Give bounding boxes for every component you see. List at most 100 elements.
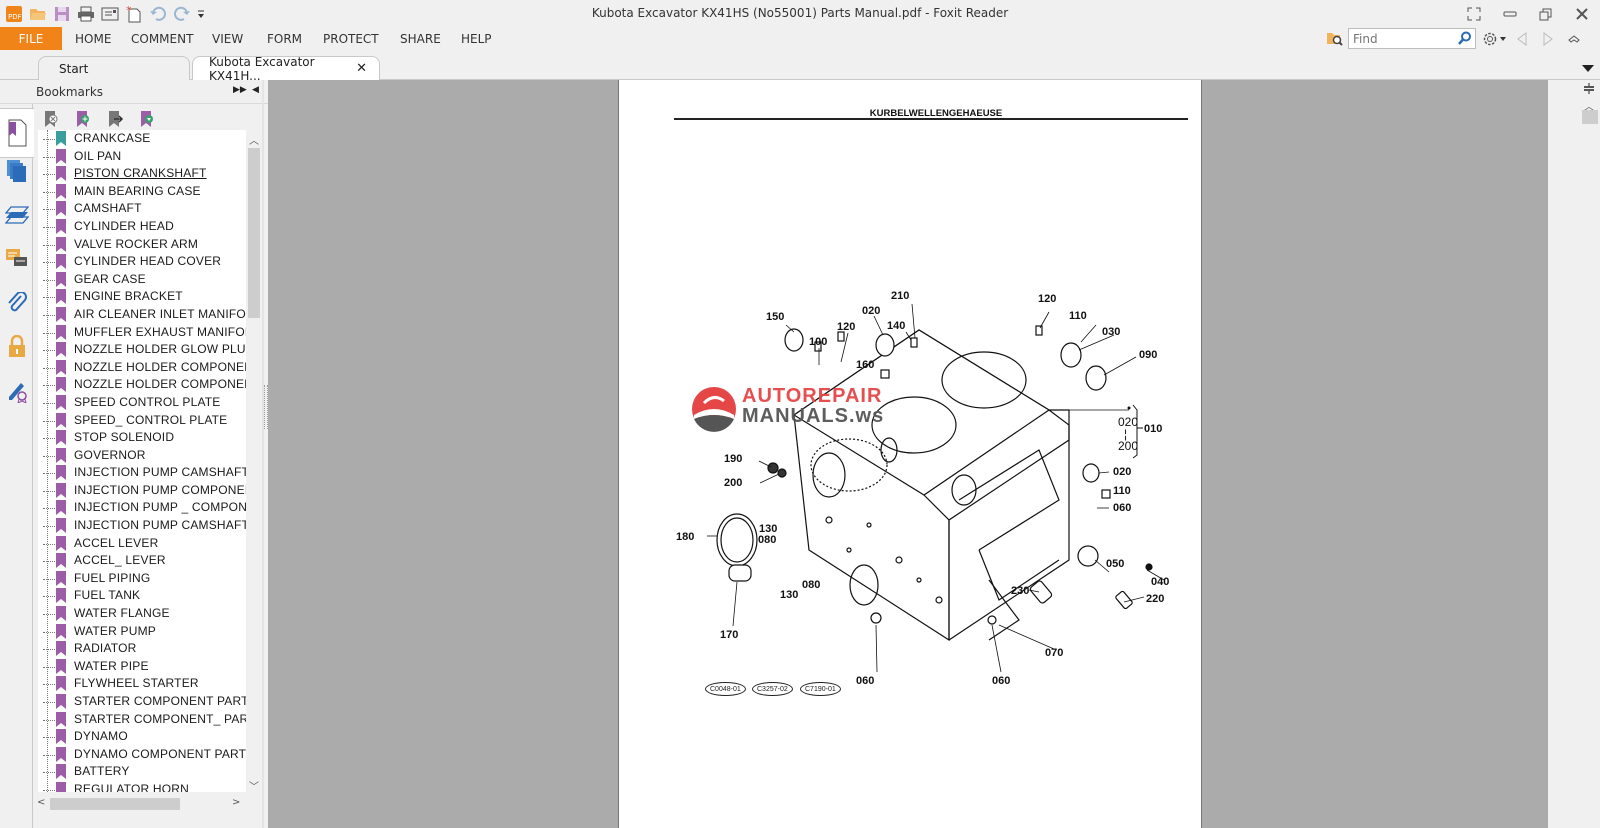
scroll-right-icon[interactable]: >: [232, 797, 240, 808]
file-menu-button[interactable]: FILE: [0, 27, 62, 50]
bookmark-label: REGULATOR HORN: [74, 781, 190, 792]
scroll-down-icon[interactable]: ﹀: [249, 778, 259, 793]
callout: 150: [766, 311, 784, 323]
bookmark-label: DYNAMO: [74, 729, 128, 744]
bookmark-flag-icon: [56, 148, 66, 164]
tree-connector: [43, 596, 55, 598]
add-bookmark-icon[interactable]: [74, 110, 94, 128]
nav-bookmarks-tab[interactable]: [0, 108, 34, 158]
bookmark-item[interactable]: VALVE ROCKER ARM: [38, 236, 246, 254]
menu-form[interactable]: FORM: [267, 32, 302, 46]
file-search-icon[interactable]: [1326, 30, 1344, 49]
bookmark-item[interactable]: DYNAMO: [38, 728, 246, 746]
scroll-thumb[interactable]: [248, 148, 260, 318]
callout: 070: [1045, 647, 1063, 659]
bookmark-item[interactable]: STARTER COMPONENT PARTS: [38, 693, 246, 711]
menu-comment[interactable]: COMMENT: [131, 32, 193, 46]
fullscreen-button[interactable]: [1456, 0, 1492, 27]
bookmark-options-icon[interactable]: [138, 110, 158, 128]
callout: 110: [1113, 485, 1131, 497]
bookmark-item[interactable]: WATER PUMP: [38, 623, 246, 641]
expand-panel-icon[interactable]: ▶▶: [233, 85, 247, 95]
ribbon-collapse-button[interactable]: [1564, 29, 1584, 49]
nav-pages-tab[interactable]: [4, 156, 30, 186]
nav-security-tab[interactable]: [4, 332, 30, 362]
bookmark-flag-icon: [56, 166, 66, 182]
minimize-button[interactable]: [1492, 0, 1528, 27]
bookmark-item[interactable]: SPEED CONTROL PLATE: [38, 394, 246, 412]
menu-help[interactable]: HELP: [461, 32, 492, 46]
bookmark-item[interactable]: RADIATOR: [38, 640, 246, 658]
bookmark-item[interactable]: WATER FLANGE: [38, 605, 246, 623]
bookmark-item[interactable]: BATTERY: [38, 763, 246, 781]
bookmark-item[interactable]: ACCEL LEVER: [38, 535, 246, 553]
tab-start[interactable]: Start: [38, 56, 190, 80]
bookmark-item[interactable]: STOP SOLENOID: [38, 429, 246, 447]
bookmark-item[interactable]: INJECTION PUMP COMPONENT: [38, 482, 246, 500]
bookmark-item[interactable]: REGULATOR HORN: [38, 781, 246, 792]
document-vertical-scrollbar[interactable]: [1580, 80, 1600, 828]
bookmark-item[interactable]: FUEL PIPING: [38, 570, 246, 588]
bookmark-item[interactable]: ENGINE BRACKET: [38, 288, 246, 306]
bookmark-item[interactable]: CRANKCASE: [38, 130, 246, 148]
bookmark-item[interactable]: FUEL TANK: [38, 587, 246, 605]
bookmark-item[interactable]: SPEED_ CONTROL PLATE: [38, 412, 246, 430]
callout: 180: [676, 531, 694, 543]
bookmark-item[interactable]: AIR CLEANER INLET MANIFOLD: [38, 306, 246, 324]
previous-button[interactable]: [1512, 29, 1532, 49]
bookmark-item[interactable]: PISTON CRANKSHAFT: [38, 165, 246, 183]
bookmark-flag-icon: [56, 306, 66, 322]
delete-bookmark-icon[interactable]: [42, 110, 62, 128]
settings-gear-icon[interactable]: [1482, 31, 1506, 47]
window-controls: [1456, 0, 1600, 27]
go-to-bookmark-icon[interactable]: [106, 110, 126, 128]
panel-splitter[interactable]: [262, 80, 264, 828]
tab-list-dropdown-icon[interactable]: [1582, 62, 1594, 76]
menu-share[interactable]: SHARE: [400, 32, 441, 46]
bookmark-item[interactable]: STARTER COMPONENT_ PART: [38, 711, 246, 729]
bookmark-label: PISTON CRANKSHAFT: [74, 166, 207, 181]
restore-button[interactable]: [1528, 0, 1564, 27]
bookmark-item[interactable]: CYLINDER HEAD COVER: [38, 253, 246, 271]
bookmark-item[interactable]: INJECTION PUMP CAMSHAFT: [38, 464, 246, 482]
search-icon[interactable]: [1458, 31, 1472, 48]
bookmark-item[interactable]: CAMSHAFT: [38, 200, 246, 218]
close-tab-icon[interactable]: ✕: [356, 61, 367, 76]
menu-view[interactable]: VIEW: [212, 32, 243, 46]
menu-home[interactable]: HOME: [75, 32, 111, 46]
bookmark-item[interactable]: INJECTION PUMP CAMSHAFT: [38, 517, 246, 535]
bookmark-item[interactable]: MAIN BEARING CASE: [38, 183, 246, 201]
bookmarks-vertical-scrollbar[interactable]: ︿ ﹀: [246, 130, 262, 793]
nav-layers-tab[interactable]: [4, 200, 30, 230]
nav-comments-tab[interactable]: [4, 244, 30, 274]
bookmark-item[interactable]: GOVERNOR: [38, 447, 246, 465]
bookmark-item[interactable]: INJECTION PUMP _ COMPONEN: [38, 499, 246, 517]
scroll-up-icon[interactable]: ︿: [249, 132, 259, 147]
bookmark-item[interactable]: FLYWHEEL STARTER: [38, 675, 246, 693]
bookmark-item[interactable]: OIL PAN: [38, 148, 246, 166]
bookmark-item[interactable]: DYNAMO COMPONENT PARTS: [38, 746, 246, 764]
close-window-button[interactable]: [1564, 0, 1600, 27]
scroll-thumb[interactable]: [50, 798, 180, 810]
bookmark-item[interactable]: WATER PIPE: [38, 658, 246, 676]
bookmark-item[interactable]: ACCEL_ LEVER: [38, 552, 246, 570]
nav-attachments-tab[interactable]: [4, 288, 30, 318]
tree-connector: [43, 402, 55, 404]
bookmark-item[interactable]: GEAR CASE: [38, 271, 246, 289]
bookmark-item[interactable]: CYLINDER HEAD: [38, 218, 246, 236]
split-view-icon[interactable]: [1583, 82, 1595, 97]
scroll-thumb[interactable]: [1582, 110, 1598, 124]
menu-protect[interactable]: PROTECT: [323, 32, 379, 46]
bookmark-item[interactable]: NOZZLE HOLDER COMPONENT: [38, 359, 246, 377]
collapse-panel-icon[interactable]: ◀: [252, 85, 259, 95]
find-input[interactable]: [1349, 29, 1449, 48]
bookmarks-horizontal-scrollbar[interactable]: < >: [34, 796, 246, 812]
bookmark-item[interactable]: MUFFLER EXHAUST MANIFOLD: [38, 324, 246, 342]
nav-signatures-tab[interactable]: [4, 376, 30, 406]
bookmark-item[interactable]: NOZZLE HOLDER GLOW PLUG: [38, 341, 246, 359]
next-button[interactable]: [1538, 29, 1558, 49]
scroll-left-icon[interactable]: <: [37, 797, 45, 808]
tab-document[interactable]: Kubota Excavator KX41H... ✕: [192, 55, 380, 83]
bookmark-item[interactable]: NOZZLE HOLDER COMPONENT: [38, 376, 246, 394]
callout: 140: [887, 320, 905, 332]
